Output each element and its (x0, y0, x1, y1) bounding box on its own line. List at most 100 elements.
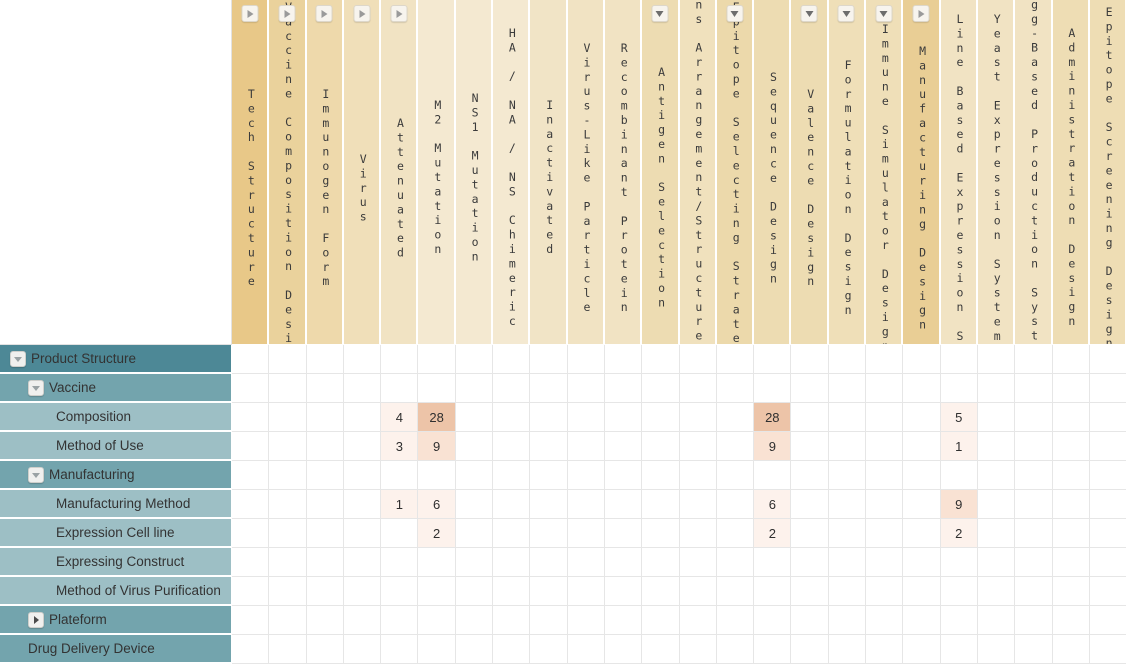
matrix-cell-empty[interactable] (977, 374, 1016, 403)
matrix-cell-empty[interactable] (269, 432, 307, 461)
chevron-down-icon[interactable] (10, 350, 26, 367)
matrix-cell-empty[interactable] (1089, 548, 1126, 577)
column-header-inactivated[interactable]: Inactivated (530, 0, 568, 345)
matrix-cell-empty[interactable] (903, 461, 941, 490)
matrix-cell-empty[interactable] (493, 577, 531, 606)
matrix-cell-empty[interactable] (530, 577, 568, 606)
row-header-plateform[interactable]: Plateform (0, 606, 232, 635)
matrix-cell-empty[interactable] (716, 374, 755, 403)
matrix-cell-empty[interactable] (1015, 345, 1053, 374)
matrix-cell-empty[interactable] (604, 548, 643, 577)
matrix-cell-empty[interactable] (493, 548, 531, 577)
column-header-formulation-design[interactable]: Formulation Design (828, 0, 867, 345)
matrix-cell-empty[interactable] (1015, 403, 1053, 432)
matrix-cell-value[interactable]: 3 (381, 432, 419, 461)
matrix-cell-empty[interactable] (381, 374, 419, 403)
matrix-cell-empty[interactable] (903, 403, 941, 432)
matrix-cell-empty[interactable] (791, 635, 829, 664)
chevron-down-icon[interactable] (726, 5, 743, 22)
matrix-cell-empty[interactable] (828, 432, 867, 461)
matrix-cell-empty[interactable] (940, 635, 978, 664)
chevron-right-icon[interactable] (315, 5, 333, 22)
matrix-cell-empty[interactable] (567, 548, 605, 577)
matrix-cell-empty[interactable] (1052, 635, 1090, 664)
matrix-cell-value[interactable]: 9 (754, 432, 792, 461)
matrix-cell-empty[interactable] (381, 345, 419, 374)
matrix-cell-empty[interactable] (1089, 374, 1126, 403)
matrix-cell-empty[interactable] (716, 635, 755, 664)
chevron-right-icon[interactable] (912, 5, 930, 22)
matrix-cell-empty[interactable] (306, 635, 344, 664)
matrix-cell-empty[interactable] (791, 374, 829, 403)
matrix-cell-empty[interactable] (530, 490, 568, 519)
matrix-cell-empty[interactable] (977, 519, 1016, 548)
matrix-cell-empty[interactable] (493, 345, 531, 374)
matrix-cell-empty[interactable] (679, 461, 717, 490)
matrix-cell-empty[interactable] (418, 635, 456, 664)
matrix-cell-empty[interactable] (306, 374, 344, 403)
matrix-cell-empty[interactable] (866, 345, 904, 374)
matrix-cell-empty[interactable] (716, 345, 755, 374)
matrix-cell-empty[interactable] (679, 345, 717, 374)
matrix-cell-empty[interactable] (381, 577, 419, 606)
matrix-cell-empty[interactable] (493, 403, 531, 432)
matrix-cell-empty[interactable] (455, 432, 494, 461)
matrix-cell-empty[interactable] (455, 374, 494, 403)
chevron-right-icon[interactable] (353, 5, 371, 22)
column-header-vaccine-composition-design[interactable]: Vaccine Composition Design (269, 0, 307, 345)
matrix-cell-empty[interactable] (642, 548, 680, 577)
matrix-cell-empty[interactable] (754, 635, 792, 664)
matrix-cell-empty[interactable] (567, 345, 605, 374)
matrix-cell-empty[interactable] (343, 635, 382, 664)
matrix-cell-empty[interactable] (866, 374, 904, 403)
matrix-cell-empty[interactable] (1052, 403, 1090, 432)
matrix-cell-empty[interactable] (493, 635, 531, 664)
matrix-cell-empty[interactable] (866, 519, 904, 548)
matrix-cell-empty[interactable] (306, 519, 344, 548)
matrix-cell-empty[interactable] (343, 403, 382, 432)
column-header-sequence-design[interactable]: Sequence Design (754, 0, 792, 345)
matrix-cell-empty[interactable] (306, 606, 344, 635)
matrix-cell-empty[interactable] (455, 345, 494, 374)
matrix-cell-empty[interactable] (604, 635, 643, 664)
matrix-cell-empty[interactable] (567, 577, 605, 606)
matrix-cell-empty[interactable] (977, 403, 1016, 432)
chevron-down-icon[interactable] (651, 5, 669, 22)
matrix-cell-empty[interactable] (269, 635, 307, 664)
matrix-cell-empty[interactable] (754, 577, 792, 606)
matrix-cell-empty[interactable] (381, 519, 419, 548)
matrix-cell-empty[interactable] (977, 548, 1016, 577)
matrix-cell-value[interactable]: 6 (418, 490, 456, 519)
chevron-down-icon[interactable] (800, 5, 818, 22)
matrix-cell-empty[interactable] (418, 345, 456, 374)
matrix-cell-value[interactable]: 1 (381, 490, 419, 519)
matrix-cell-empty[interactable] (232, 461, 270, 490)
matrix-cell-empty[interactable] (455, 548, 494, 577)
matrix-cell-empty[interactable] (232, 345, 270, 374)
matrix-cell-empty[interactable] (493, 490, 531, 519)
matrix-cell-empty[interactable] (604, 374, 643, 403)
matrix-cell-empty[interactable] (791, 548, 829, 577)
row-header-drug-delivery-device[interactable]: Drug Delivery Device (0, 635, 232, 664)
matrix-cell-empty[interactable] (679, 432, 717, 461)
matrix-cell-empty[interactable] (306, 490, 344, 519)
matrix-cell-empty[interactable] (343, 548, 382, 577)
row-header-manufacturing-method[interactable]: Manufacturing Method (0, 490, 232, 519)
matrix-cell-empty[interactable] (567, 635, 605, 664)
matrix-cell-empty[interactable] (1052, 432, 1090, 461)
row-header-product-structure[interactable]: Product Structure (0, 345, 232, 374)
matrix-cell-empty[interactable] (232, 374, 270, 403)
matrix-cell-empty[interactable] (679, 606, 717, 635)
matrix-cell-empty[interactable] (1052, 548, 1090, 577)
matrix-cell-empty[interactable] (343, 519, 382, 548)
matrix-cell-empty[interactable] (604, 519, 643, 548)
matrix-cell-empty[interactable] (232, 635, 270, 664)
matrix-cell-empty[interactable] (716, 606, 755, 635)
matrix-cell-empty[interactable] (269, 345, 307, 374)
matrix-cell-empty[interactable] (1089, 577, 1126, 606)
matrix-cell-empty[interactable] (903, 432, 941, 461)
matrix-cell-empty[interactable] (642, 519, 680, 548)
matrix-cell-empty[interactable] (343, 345, 382, 374)
matrix-cell-empty[interactable] (604, 461, 643, 490)
matrix-cell-empty[interactable] (530, 519, 568, 548)
